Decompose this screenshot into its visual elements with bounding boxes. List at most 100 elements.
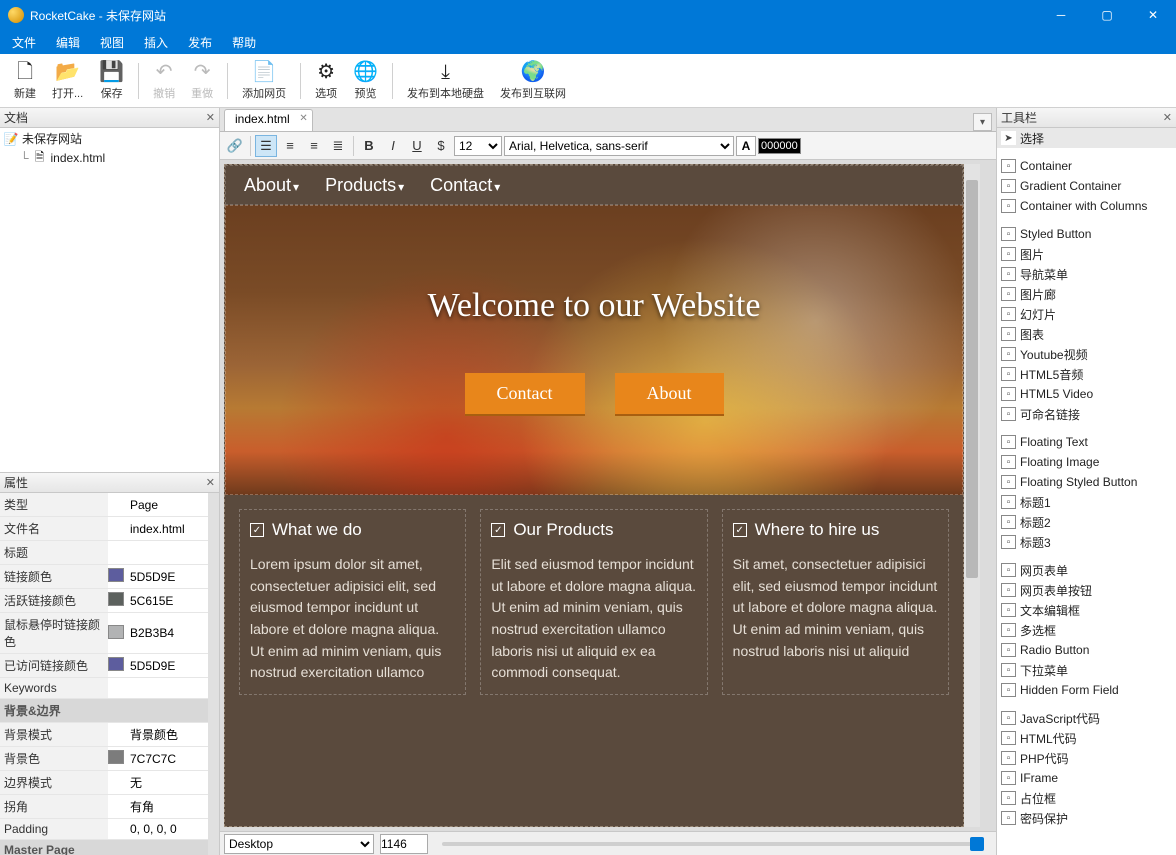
tool-container-with-columns[interactable]: ▫Container with Columns	[997, 196, 1176, 216]
card-3[interactable]: ✓Where to hire us Sit amet, consectetuer…	[722, 509, 949, 695]
align-center-button[interactable]: ≡	[279, 135, 301, 157]
toolbar-选项[interactable]: ⚙选项	[307, 57, 345, 105]
toolbar-预览[interactable]: 🌐预览	[345, 57, 386, 105]
menu-edit[interactable]: 编辑	[46, 31, 90, 54]
hero-contact-button[interactable]: Contact	[465, 373, 585, 414]
tool-可命名链接[interactable]: ▫可命名链接	[997, 404, 1176, 424]
width-input[interactable]	[380, 834, 428, 854]
align-justify-button[interactable]: ≣	[327, 135, 349, 157]
zoom-slider[interactable]	[442, 842, 984, 846]
tool-html5-video[interactable]: ▫HTML5 Video	[997, 384, 1176, 404]
tool-导航菜单[interactable]: ▫导航菜单	[997, 264, 1176, 284]
canvas-area[interactable]: About Products Contact Welcome to our We…	[220, 160, 996, 831]
menu-insert[interactable]: 插入	[134, 31, 178, 54]
tool-标题2[interactable]: ▫标题2	[997, 512, 1176, 532]
props-scrollbar[interactable]	[208, 493, 219, 855]
tool-标题1[interactable]: ▫标题1	[997, 492, 1176, 512]
text-color-button[interactable]: A	[736, 136, 756, 156]
prop-row[interactable]: 边界模式无	[0, 771, 208, 795]
prop-row[interactable]: 文件名index.html	[0, 517, 208, 541]
menu-publish[interactable]: 发布	[178, 31, 222, 54]
tool-图片[interactable]: ▫图片	[997, 244, 1176, 264]
font-family-select[interactable]: Arial, Helvetica, sans-serif	[504, 136, 734, 156]
tool-网页表单按钮[interactable]: ▫网页表单按钮	[997, 580, 1176, 600]
card-2[interactable]: ✓Our Products Elit sed eiusmod tempor in…	[480, 509, 707, 695]
prop-row[interactable]: Keywords	[0, 678, 208, 699]
document-tree[interactable]: 📝 未保存网站 └ 🗎 index.html	[0, 128, 219, 473]
italic-button[interactable]: I	[382, 135, 404, 157]
tool-图表[interactable]: ▫图表	[997, 324, 1176, 344]
color-swatch[interactable]	[108, 625, 124, 639]
tool-javascript代码[interactable]: ▫JavaScript代码	[997, 708, 1176, 728]
tool-iframe[interactable]: ▫IFrame	[997, 768, 1176, 788]
tool-youtube视频[interactable]: ▫Youtube视频	[997, 344, 1176, 364]
minimize-button[interactable]: ─	[1038, 0, 1084, 30]
prop-row[interactable]: 标题	[0, 541, 208, 565]
page-canvas[interactable]: About Products Contact Welcome to our We…	[224, 164, 964, 827]
align-left-button[interactable]: ☰	[255, 135, 277, 157]
tool-floating-styled-button[interactable]: ▫Floating Styled Button	[997, 472, 1176, 492]
nav-about[interactable]: About	[244, 175, 299, 196]
tabs-overflow-button[interactable]: ▾	[973, 113, 992, 131]
hero-section[interactable]: Welcome to our Website Contact About	[225, 205, 963, 495]
tab-index[interactable]: index.html ✕	[224, 109, 313, 131]
tool-占位框[interactable]: ▫占位框	[997, 788, 1176, 808]
tool-图片廊[interactable]: ▫图片廊	[997, 284, 1176, 304]
hero-about-button[interactable]: About	[615, 373, 724, 414]
tool-html5音频[interactable]: ▫HTML5音频	[997, 364, 1176, 384]
doc-panel-close-icon[interactable]: ✕	[206, 111, 215, 124]
tool-hidden-form-field[interactable]: ▫Hidden Form Field	[997, 680, 1176, 700]
menu-file[interactable]: 文件	[2, 31, 46, 54]
tool-下拉菜单[interactable]: ▫下拉菜单	[997, 660, 1176, 680]
color-swatch[interactable]	[108, 592, 124, 606]
tool-radio-button[interactable]: ▫Radio Button	[997, 640, 1176, 660]
menu-help[interactable]: 帮助	[222, 31, 266, 54]
toolbar-发布到互联网[interactable]: 🌍发布到互联网	[492, 57, 574, 105]
nav-products[interactable]: Products	[325, 175, 404, 196]
slider-knob[interactable]	[970, 837, 984, 851]
tool-floating-text[interactable]: ▫Floating Text	[997, 432, 1176, 452]
prop-row[interactable]: 拐角有角	[0, 795, 208, 819]
prop-row[interactable]: 活跃链接颜色5C615E	[0, 589, 208, 613]
tab-close-icon[interactable]: ✕	[299, 113, 307, 124]
tool-标题3[interactable]: ▫标题3	[997, 532, 1176, 552]
color-swatch[interactable]	[108, 750, 124, 764]
tool-gradient-container[interactable]: ▫Gradient Container	[997, 176, 1176, 196]
tool-密码保护[interactable]: ▫密码保护	[997, 808, 1176, 828]
tool-styled-button[interactable]: ▫Styled Button	[997, 224, 1176, 244]
tool-幻灯片[interactable]: ▫幻灯片	[997, 304, 1176, 324]
maximize-button[interactable]: ▢	[1084, 0, 1130, 30]
close-button[interactable]: ✕	[1130, 0, 1176, 30]
tool-html代码[interactable]: ▫HTML代码	[997, 728, 1176, 748]
nav-contact[interactable]: Contact	[430, 175, 500, 196]
prop-row[interactable]: 背景色7C7C7C	[0, 747, 208, 771]
columns-section[interactable]: ✓What we do Lorem ipsum dolor sit amet, …	[225, 495, 963, 709]
prop-row[interactable]: Padding0, 0, 0, 0	[0, 819, 208, 840]
tool-php代码[interactable]: ▫PHP代码	[997, 748, 1176, 768]
prop-row[interactable]: 已访问链接颜色5D5D9E	[0, 654, 208, 678]
card-1[interactable]: ✓What we do Lorem ipsum dolor sit amet, …	[239, 509, 466, 695]
bold-button[interactable]: B	[358, 135, 380, 157]
toolbar-保存[interactable]: 💾保存	[91, 57, 132, 105]
color-swatch[interactable]	[108, 568, 124, 582]
hero-title[interactable]: Welcome to our Website	[428, 287, 761, 325]
properties-table[interactable]: 类型Page文件名index.html标题链接颜色5D5D9E活跃链接颜色5C6…	[0, 493, 208, 855]
menu-view[interactable]: 视图	[90, 31, 134, 54]
tree-root[interactable]: 📝 未保存网站	[0, 128, 219, 149]
device-select[interactable]: Desktop	[224, 834, 374, 854]
canvas-scrollbar[interactable]	[964, 164, 980, 827]
toolbar-重做[interactable]: ↷重做	[183, 57, 221, 105]
prop-row[interactable]: 类型Page	[0, 493, 208, 517]
tool-floating-image[interactable]: ▫Floating Image	[997, 452, 1176, 472]
prop-row[interactable]: 鼠标悬停时链接颜色B2B3B4	[0, 613, 208, 654]
tool-文本编辑框[interactable]: ▫文本编辑框	[997, 600, 1176, 620]
tools-list[interactable]: ➤ 选择 ▫Container▫Gradient Container▫Conta…	[997, 128, 1176, 855]
prop-panel-close-icon[interactable]: ✕	[206, 476, 215, 489]
underline-button[interactable]: U	[406, 135, 428, 157]
site-nav[interactable]: About Products Contact	[225, 165, 963, 205]
prop-row[interactable]: 链接颜色5D5D9E	[0, 565, 208, 589]
toolbar-新建[interactable]: 🗋新建	[6, 57, 44, 105]
link-button[interactable]: 🔗	[224, 135, 246, 157]
toolbar-打开...[interactable]: 📂打开...	[44, 57, 91, 105]
tool-select[interactable]: ➤ 选择	[997, 128, 1176, 148]
